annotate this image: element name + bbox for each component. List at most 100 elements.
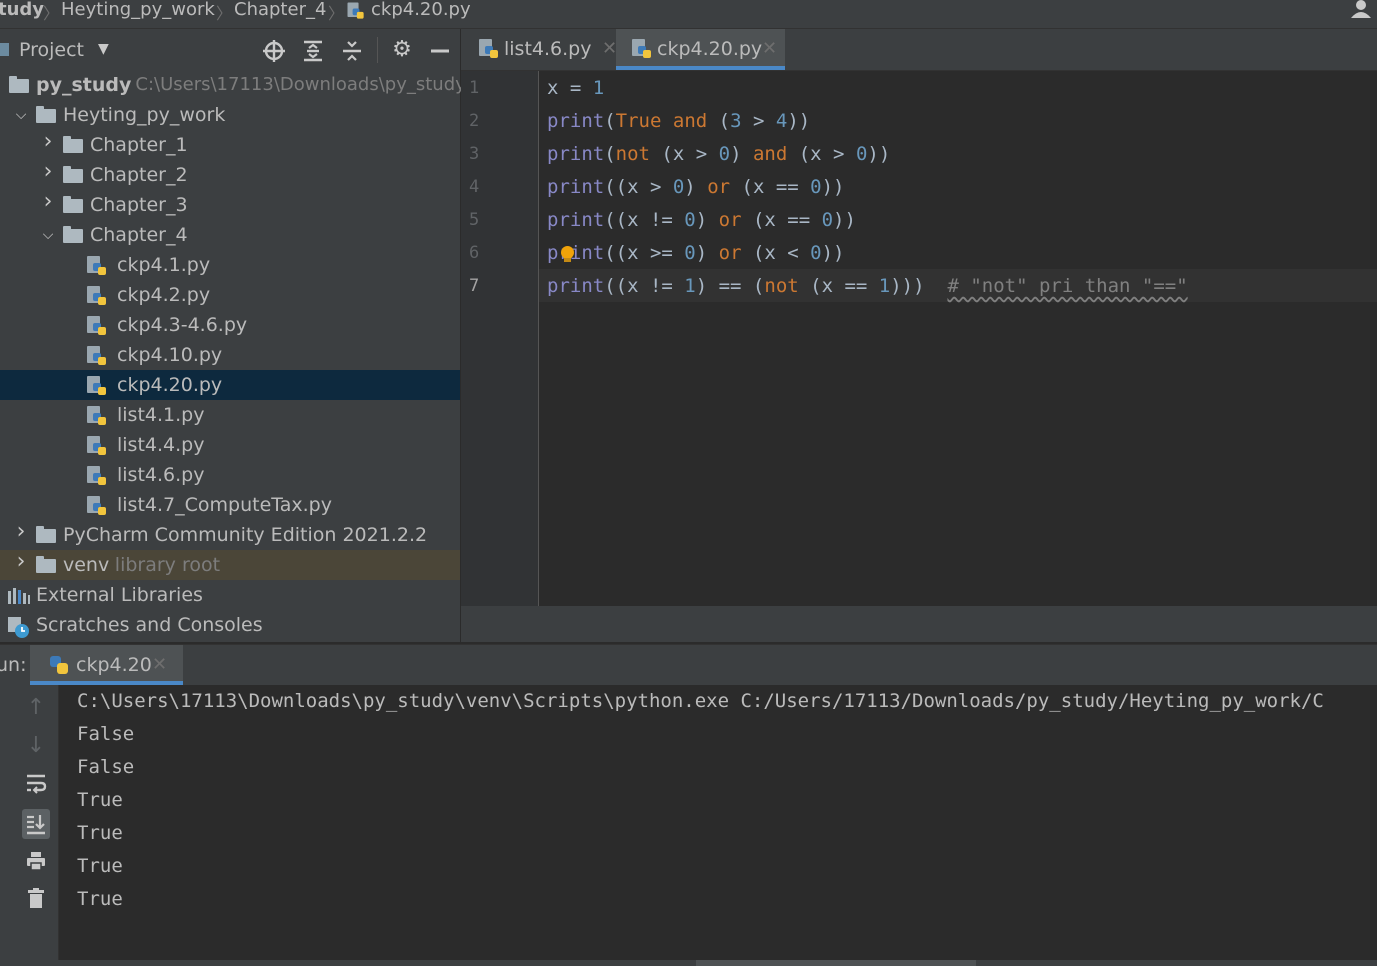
run-toolbar: ↑ ↓ [0,685,59,960]
tree-item[interactable]: ⌵ Chapter_4 [0,220,460,250]
chevron-right-icon[interactable]: › [40,161,56,183]
python-file-icon [87,316,107,336]
code-line[interactable]: print((x != 1) == (not (x == 1))) # "not… [547,270,1188,303]
tree-item[interactable]: ckp4.2.py [0,280,460,310]
tree-item[interactable]: ckp4.3-4.6.py [0,310,460,340]
tree-item[interactable]: ckp4.20.py [0,370,460,400]
line-number: 3 [469,144,480,164]
output-line: C:\Users\17113\Downloads\py_study\venv\S… [77,690,1324,712]
chevron-down-icon[interactable]: ▼ [98,41,109,57]
code-token: or [718,242,742,264]
chevron-down-icon[interactable]: ⌵ [13,105,29,125]
code-token: ) == ( [695,275,765,297]
project-view-selector[interactable]: Project [19,39,84,61]
code-token: (x == [798,275,879,297]
code-line[interactable]: print(not (x > 0) and (x > 0)) [547,138,890,171]
code-token: 0 [855,143,868,165]
code-token: )) [787,110,811,132]
tree-item[interactable]: › venv library root [0,550,460,580]
project-view-icon [0,43,9,56]
scroll-to-end-icon[interactable] [22,809,50,839]
run-tab-ckp4-20[interactable]: ckp4.20 ✕ [30,645,183,685]
breadcrumb-project[interactable]: tudy [0,0,44,20]
tree-item[interactable]: list4.7_ComputeTax.py [0,490,460,520]
chevron-right-icon[interactable]: › [13,521,29,543]
code-token: (x == [730,176,811,198]
scratches-icon [7,615,31,643]
tree-item-label: list4.1.py [117,404,205,426]
tree-item-label: ckp4.10.py [117,344,223,366]
breadcrumb-separator: 〉 [328,4,345,23]
folder-icon [36,556,56,573]
python-file-icon [87,496,107,516]
folder-icon [36,526,56,543]
close-icon[interactable]: ✕ [762,38,777,60]
python-file-icon [87,466,107,486]
tab-ckp4-20[interactable]: ckp4.20.py ✕ [616,29,785,70]
output-line: False [77,723,135,745]
code-token: and [672,110,708,132]
tree-item[interactable]: ⌵ Heyting_py_work [0,100,460,130]
tab-label: list4.6.py [504,38,592,60]
lightbulb-icon[interactable] [561,246,574,262]
tree-item[interactable]: py_study C:\Users\17113\Downloads\py_stud… [0,70,466,100]
minimize-icon[interactable] [427,39,453,68]
tab-list4-6[interactable]: list4.6.py ✕ [471,29,617,70]
tree-item[interactable]: › Chapter_1 [0,130,460,160]
code-token: print [547,242,605,264]
collapse-all-icon[interactable] [339,39,365,68]
close-icon[interactable]: ✕ [152,654,167,676]
code-line[interactable]: print((x > 0) or (x == 0)) [547,171,845,204]
trash-icon[interactable] [22,887,50,917]
breadcrumb-file[interactable]: ckp4.20.py [371,0,471,20]
up-arrow-icon[interactable]: ↑ [22,694,50,722]
chevron-down-icon[interactable]: ⌵ [40,225,56,245]
tree-item-label: list4.4.py [117,434,205,456]
horizontal-scrollbar[interactable] [696,960,976,966]
tree-item[interactable]: External Libraries [0,580,460,610]
tree-item[interactable]: ckp4.1.py [0,250,460,280]
python-icon [48,654,70,680]
code-token: 4 [775,110,788,132]
tree-item[interactable]: Scratches and Consoles [0,610,460,640]
code-token: 0 [821,209,834,231]
tree-item-label: Scratches and Consoles [36,614,263,636]
print-icon[interactable] [22,850,50,880]
code-token: ) [695,209,719,231]
chevron-right-icon[interactable]: › [13,551,29,573]
expand-all-icon[interactable] [300,39,326,68]
status-bar [0,960,1377,966]
code-token: ( [604,110,616,132]
code-line[interactable]: print((x >= 0) or (x < 0)) [547,237,845,270]
run-label: un: [0,654,27,676]
down-arrow-icon[interactable]: ↓ [22,732,50,760]
code-token: and [752,143,788,165]
tree-item-label: PyCharm Community Edition 2021.2.2 [63,524,428,546]
breadcrumb-folder[interactable]: Heyting_py_work [61,0,215,20]
gear-icon[interactable]: ⚙ [389,39,415,61]
tree-item[interactable]: list4.6.py [0,460,460,490]
tree-item[interactable]: list4.1.py [0,400,460,430]
python-file-icon [87,436,107,456]
locate-icon[interactable] [261,39,287,68]
user-icon[interactable] [1350,0,1372,22]
chevron-right-icon[interactable]: › [40,131,56,153]
chevron-right-icon[interactable]: › [40,191,56,213]
code-line[interactable]: print(True and (3 > 4)) [547,105,810,138]
tree-item[interactable]: list4.4.py [0,430,460,460]
breadcrumb-separator: 〉 [216,4,233,23]
editor-bottom-area [461,606,1377,642]
run-console[interactable] [59,685,1377,960]
tree-item[interactable]: › Chapter_3 [0,190,460,220]
breadcrumb-chapter[interactable]: Chapter_4 [234,0,326,20]
code-line[interactable]: x = 1 [547,72,604,105]
folder-icon [63,196,83,213]
tree-item[interactable]: ckp4.10.py [0,340,460,370]
tree-item[interactable]: › PyCharm Community Edition 2021.2.2 [0,520,460,550]
soft-wrap-icon[interactable] [22,772,50,802]
close-icon[interactable]: ✕ [602,38,617,60]
line-number: 5 [469,210,480,230]
code-line[interactable]: print((x != 0) or (x == 0)) [547,204,856,237]
code-token: 3 [730,110,742,132]
tree-item[interactable]: › Chapter_2 [0,160,460,190]
